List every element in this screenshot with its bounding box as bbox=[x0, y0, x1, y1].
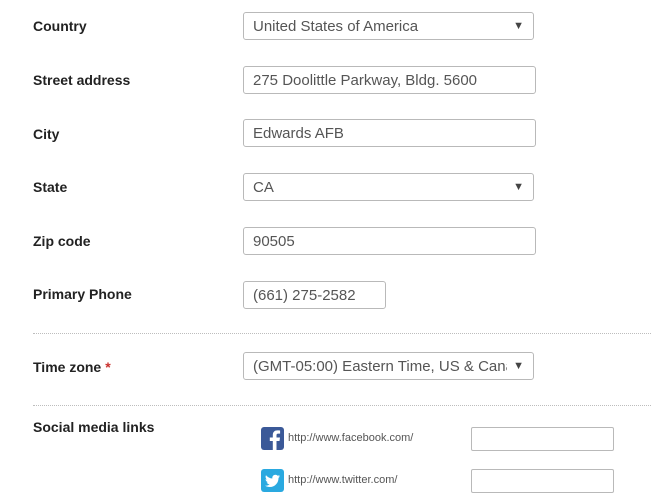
chevron-down-icon: ▼ bbox=[513, 20, 524, 32]
required-marker: * bbox=[105, 359, 111, 375]
street-label: Street address bbox=[33, 72, 131, 88]
chevron-down-icon: ▼ bbox=[513, 181, 524, 193]
chevron-down-icon: ▼ bbox=[513, 360, 524, 372]
zip-input[interactable]: 90505 bbox=[243, 227, 536, 255]
country-value: United States of America bbox=[253, 17, 419, 35]
country-label: Country bbox=[33, 18, 87, 34]
timezone-select[interactable]: (GMT-05:00) Eastern Time, US & Canada ▼ bbox=[243, 352, 534, 380]
social-label: Social media links bbox=[33, 419, 155, 435]
phone-input[interactable]: (661) 275-2582 bbox=[243, 281, 386, 309]
timezone-label-text: Time zone bbox=[33, 359, 102, 375]
timezone-value: (GMT-05:00) Eastern Time, US & Canada bbox=[253, 357, 508, 375]
city-label: City bbox=[33, 126, 60, 142]
section-divider bbox=[33, 333, 651, 334]
facebook-icon bbox=[261, 427, 284, 450]
facebook-url-prefix: http://www.facebook.com/ bbox=[288, 432, 414, 444]
section-divider bbox=[33, 405, 651, 406]
twitter-input[interactable] bbox=[471, 469, 614, 493]
state-select[interactable]: CA ▼ bbox=[243, 173, 534, 201]
facebook-input[interactable] bbox=[471, 427, 614, 451]
street-input[interactable]: 275 Doolittle Parkway, Bldg. 5600 bbox=[243, 66, 536, 94]
timezone-label: Time zone * bbox=[33, 359, 111, 375]
phone-label: Primary Phone bbox=[33, 286, 132, 302]
zip-label: Zip code bbox=[33, 233, 91, 249]
twitter-url-prefix: http://www.twitter.com/ bbox=[288, 474, 398, 486]
state-value: CA bbox=[253, 178, 274, 196]
twitter-icon bbox=[261, 469, 284, 492]
city-input[interactable]: Edwards AFB bbox=[243, 119, 536, 147]
country-select[interactable]: United States of America ▼ bbox=[243, 12, 534, 40]
state-label: State bbox=[33, 179, 68, 195]
